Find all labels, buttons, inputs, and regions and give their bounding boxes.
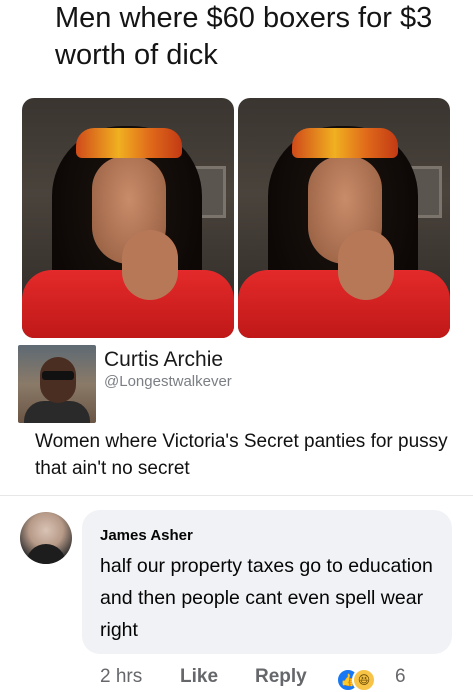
hand xyxy=(122,230,178,300)
tweet-header: Curtis Archie @Longestwalkever xyxy=(18,345,458,425)
reaction-icons[interactable]: 👍 😆 xyxy=(336,666,376,692)
sunglasses-icon xyxy=(42,371,74,380)
avatar-shoulders xyxy=(24,401,90,423)
tweet-text: Women where Victoria's Secret panties fo… xyxy=(35,431,448,479)
photo-pair xyxy=(22,98,450,338)
avatar-head xyxy=(40,357,76,403)
hand xyxy=(338,230,394,300)
meme-headline: Men where $60 boxers for $3 worth of dic… xyxy=(55,2,433,71)
photo-right[interactable] xyxy=(238,98,450,338)
reply-button[interactable]: Reply xyxy=(255,666,307,688)
tweet-handle[interactable]: @Longestwalkever xyxy=(104,373,232,390)
avatar-suit xyxy=(26,544,66,564)
headband xyxy=(292,128,398,158)
tweet-avatar[interactable] xyxy=(18,345,96,423)
divider xyxy=(0,495,473,496)
photo-left[interactable] xyxy=(22,98,234,338)
tweet-display-name[interactable]: Curtis Archie xyxy=(104,348,223,372)
commenter-avatar[interactable] xyxy=(20,512,72,564)
headband xyxy=(76,128,182,158)
comment-text: half our property taxes go to education … xyxy=(100,555,433,641)
comment-timestamp[interactable]: 2 hrs xyxy=(100,666,142,688)
comment-author[interactable]: James Asher xyxy=(100,527,193,544)
haha-icon: 😆 xyxy=(352,668,376,692)
reaction-count[interactable]: 6 xyxy=(395,666,406,688)
like-button[interactable]: Like xyxy=(180,666,218,688)
